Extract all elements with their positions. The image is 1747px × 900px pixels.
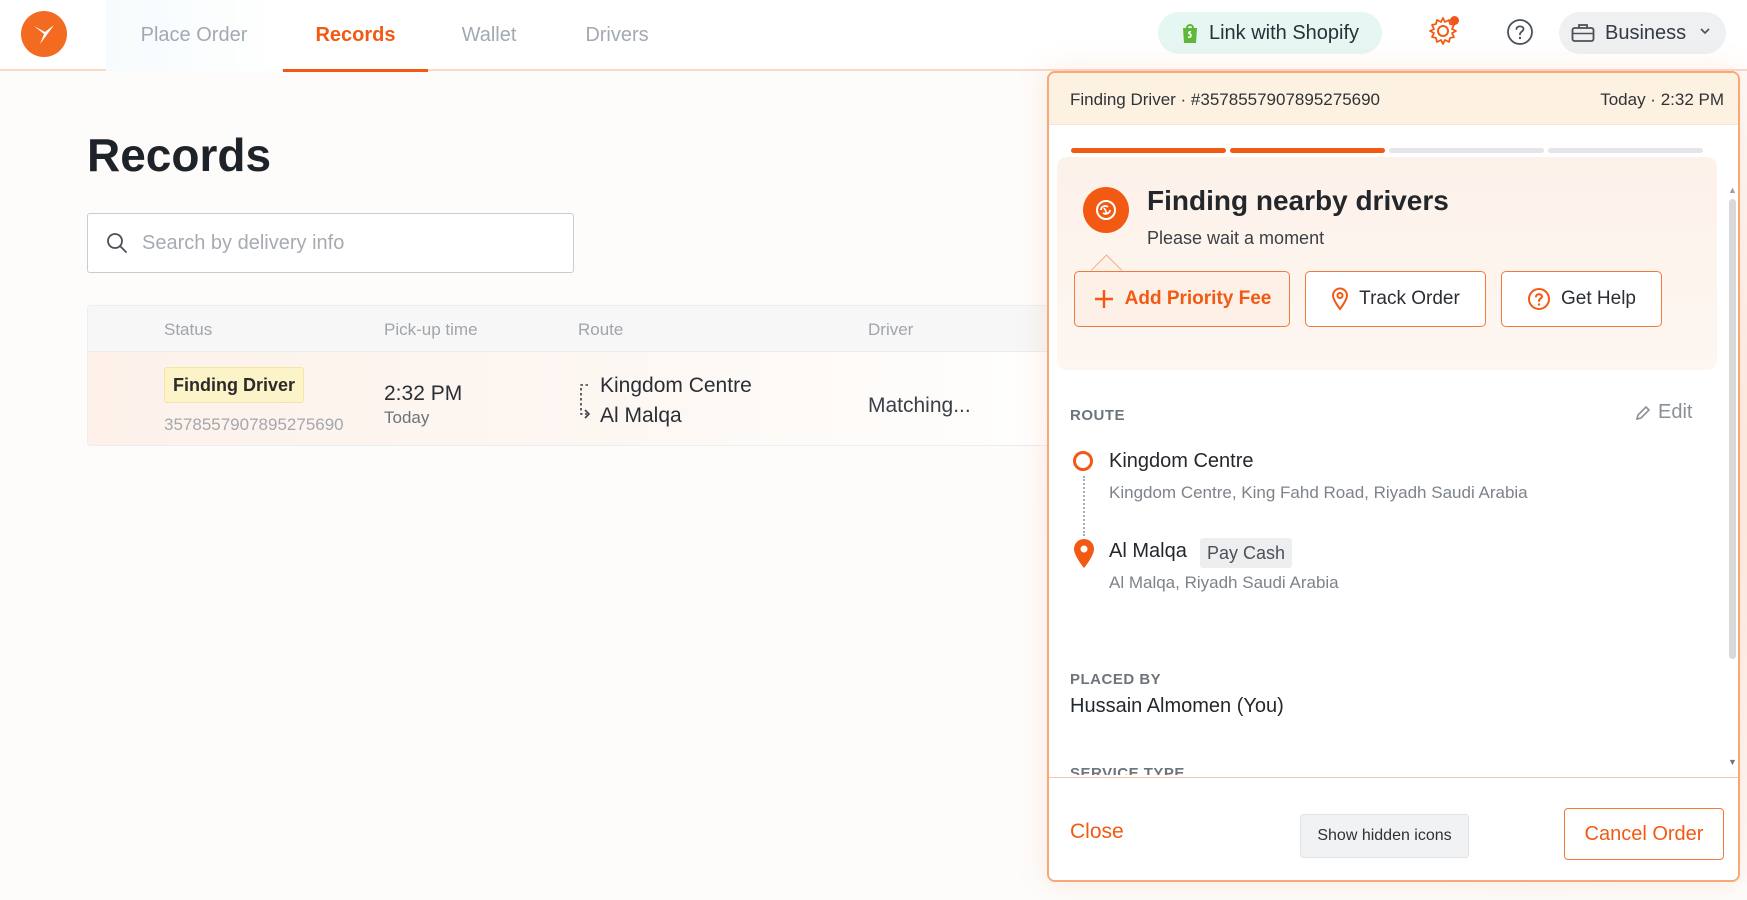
pickup-name: Kingdom Centre — [1109, 450, 1254, 472]
panel-timestamp: Today · 2:32 PM — [1600, 90, 1724, 109]
status-badge: Finding Driver — [164, 367, 305, 403]
progress-segment — [1548, 148, 1703, 153]
placed-by-label: PLACED BY — [1070, 671, 1162, 688]
search-icon — [107, 233, 127, 253]
shopify-bag-icon — [1182, 24, 1197, 43]
search-box[interactable] — [87, 213, 574, 273]
track-order-label: Track Order — [1359, 288, 1460, 309]
plus-icon — [1094, 290, 1113, 308]
shopify-label: Link with Shopify — [1208, 21, 1360, 44]
progress-bar — [1071, 148, 1703, 153]
close-button[interactable]: Close — [1070, 820, 1124, 844]
dropoff-address: Al Malqa, Riyadh Saudi Arabia — [1109, 573, 1339, 592]
get-help-button[interactable]: Get Help — [1501, 271, 1662, 327]
link-with-shopify-button[interactable]: Link with Shopify — [1158, 12, 1382, 54]
page-title: Records — [87, 129, 272, 181]
order-id: 3578557907895275690 — [164, 415, 344, 434]
route-arrow-icon — [580, 384, 591, 419]
column-header-status: Status — [164, 320, 213, 339]
status-subtitle: Please wait a moment — [1147, 228, 1325, 248]
panel-header: Finding Driver · #3578557907895275690 To… — [1049, 73, 1738, 125]
pickup-point-icon — [1073, 451, 1093, 471]
status-card: Finding nearby drivers Please wait a mom… — [1057, 157, 1717, 370]
location-pin-icon — [1332, 287, 1349, 311]
add-priority-fee-label: Add Priority Fee — [1124, 288, 1272, 309]
account-switcher[interactable]: Business — [1559, 12, 1726, 54]
column-header-pickup-time: Pick-up time — [384, 320, 478, 339]
track-order-button[interactable]: Track Order — [1305, 271, 1486, 327]
placed-by-name: Hussain Almomen (You) — [1070, 695, 1284, 717]
tab-wallet[interactable]: Wallet — [430, 0, 548, 71]
tab-records[interactable]: Records — [283, 0, 428, 72]
get-help-label: Get Help — [1561, 288, 1636, 309]
edit-route-button[interactable]: Edit — [1634, 401, 1692, 424]
pay-cash-tag: Pay Cash — [1200, 538, 1293, 568]
route-connector — [1083, 476, 1085, 536]
pickup-address: Kingdom Centre, King Fahd Road, Riyadh S… — [1109, 483, 1528, 502]
service-type-label: SERVICE TYPE — [1070, 765, 1185, 775]
search-input[interactable] — [142, 231, 542, 255]
panel-footer: Close Show hidden icons Cancel Order — [1049, 777, 1738, 880]
progress-segment — [1389, 148, 1544, 153]
scroll-up-arrow-icon[interactable]: ▲ — [1728, 185, 1737, 195]
dropoff-pin-icon — [1074, 539, 1094, 568]
tab-place-order[interactable]: Place Order — [106, 0, 282, 71]
account-label: Business — [1605, 21, 1687, 44]
cancel-order-button[interactable]: Cancel Order — [1564, 808, 1724, 860]
column-header-route: Route — [578, 320, 624, 339]
scrollbar-thumb[interactable] — [1729, 199, 1736, 659]
order-detail-panel: Finding Driver · #3578557907895275690 To… — [1047, 71, 1740, 882]
edit-label: Edit — [1658, 401, 1693, 423]
tab-drivers[interactable]: Drivers — [560, 0, 674, 71]
column-header-driver: Driver — [868, 320, 914, 339]
radar-search-icon — [1083, 187, 1129, 233]
driver-cell: Matching... — [868, 394, 971, 417]
question-circle-icon[interactable] — [1506, 18, 1534, 46]
briefcase-icon — [1571, 24, 1595, 42]
notification-dot — [1450, 16, 1459, 25]
panel-order-title: Finding Driver · #3578557907895275690 — [1070, 90, 1381, 109]
progress-segment — [1230, 148, 1385, 153]
scroll-down-arrow-icon[interactable]: ▼ — [1728, 757, 1737, 767]
route-section-label: ROUTE — [1070, 407, 1125, 424]
table-row[interactable]: Finding Driver 3578557907895275690 2:32 … — [88, 352, 1086, 445]
bird-logo-icon[interactable] — [21, 11, 67, 57]
chevron-down-icon — [1700, 28, 1710, 35]
add-priority-fee-button[interactable]: Add Priority Fee — [1074, 271, 1290, 327]
route-to: Al Malqa — [600, 404, 682, 427]
show-hidden-icons-button[interactable]: Show hidden icons — [1300, 814, 1469, 858]
records-table: Status Pick-up time Route Driver Finding… — [87, 305, 1087, 446]
pickup-day: Today — [384, 408, 430, 427]
progress-segment — [1071, 148, 1226, 153]
pencil-icon — [1635, 405, 1651, 420]
pickup-time: 2:32 PM — [384, 382, 463, 405]
route-from: Kingdom Centre — [600, 374, 752, 397]
help-circle-icon — [1528, 288, 1550, 310]
status-title: Finding nearby drivers — [1147, 185, 1449, 216]
dropoff-name: Al Malqa — [1109, 540, 1187, 562]
table-header: Status Pick-up time Route Driver — [88, 306, 1086, 352]
